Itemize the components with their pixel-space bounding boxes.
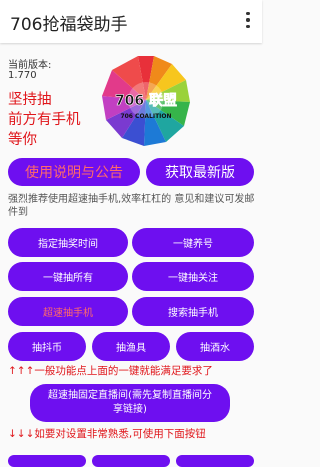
app-title: 706抢福袋助手 (10, 15, 128, 35)
draw-wine-button[interactable]: 抽酒水 (176, 332, 254, 361)
app-bar: 706抢福袋助手 (0, 0, 262, 43)
draw-following-button[interactable]: 一键抽关注 (132, 262, 254, 291)
get-latest-button[interactable]: 获取最新版 (146, 158, 254, 186)
search-phone-draw-button[interactable]: 搜索抽手机 (132, 297, 254, 326)
slogan-line-3: 等你 (8, 132, 37, 148)
version-label: 当前版本: (8, 60, 52, 71)
lower-button-3[interactable] (176, 455, 254, 467)
fast-phone-draw-button[interactable]: 超速抽手机 (8, 297, 128, 326)
schedule-draw-button[interactable]: 指定抽奖时间 (8, 228, 128, 257)
guide-button[interactable]: 使用说明与公告 (8, 158, 140, 186)
version-value: 1.770 (8, 70, 37, 81)
logo-text-main: 706 联盟 (115, 93, 177, 109)
hint-down-text: ↓↓↓如要对设置非常熟悉,可使用下面按钮 (8, 428, 206, 440)
notice-text: 强烈推荐使用超速抽手机,效率杠杠的 意见和建议可发邮件到 (8, 194, 255, 218)
slogan-line-2: 前方有手机 (8, 112, 81, 128)
hint-up-text: ↑↑↑一般功能点上面的一键就能满足要求了 (8, 365, 213, 377)
slogan-line-1: 坚持抽 (8, 92, 52, 108)
raise-account-button[interactable]: 一键养号 (132, 228, 254, 257)
lower-button-2[interactable] (92, 455, 170, 467)
draw-coins-button[interactable]: 抽抖币 (8, 332, 86, 361)
draw-all-button[interactable]: 一键抽所有 (8, 262, 128, 291)
lower-button-1[interactable] (8, 455, 86, 467)
logo-text-sub: 706 COALITION (120, 113, 171, 120)
app-logo: 706 联盟 706 COALITION (99, 52, 194, 152)
fixed-live-room-button[interactable]: 超速抽固定直播间(需先复制直播间分享链接) (30, 384, 230, 422)
more-options-icon[interactable] (238, 9, 258, 33)
draw-fishing-gear-button[interactable]: 抽渔具 (92, 332, 170, 361)
